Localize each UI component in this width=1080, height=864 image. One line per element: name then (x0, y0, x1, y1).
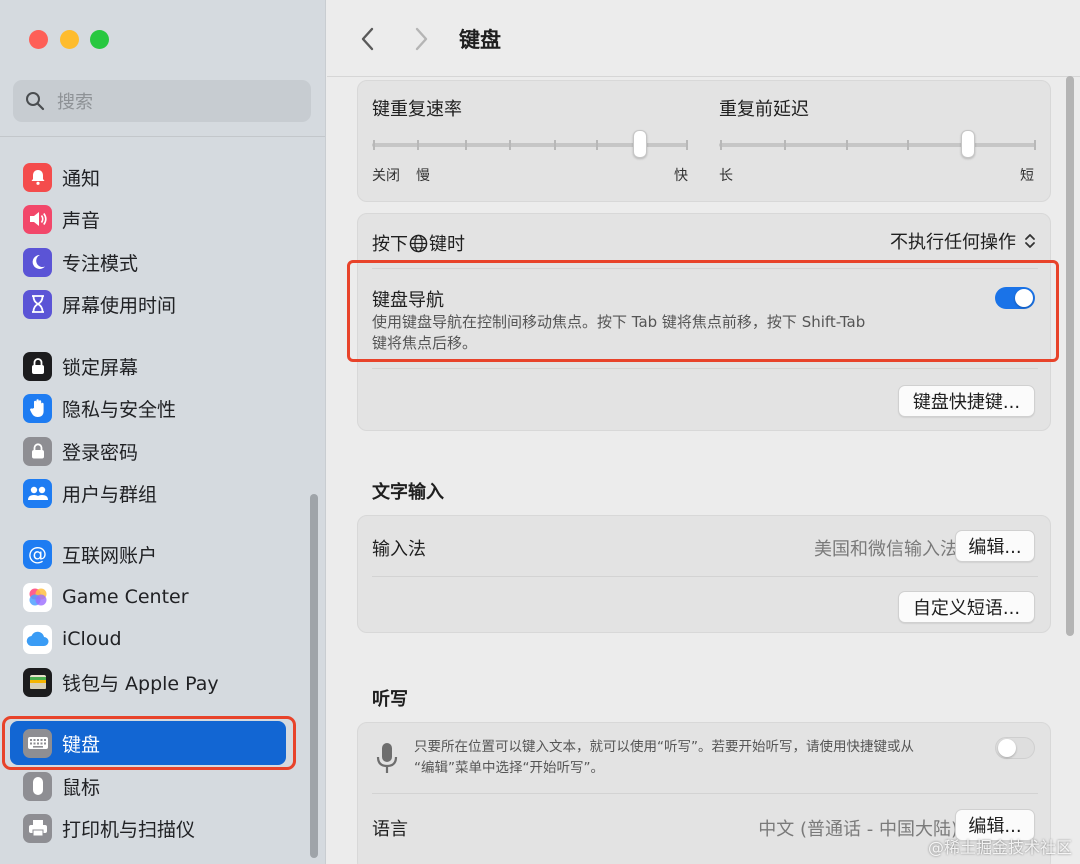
main-panel: 键盘 键重复速率 重复前延迟 关闭 慢 快 长 短 按下 键时 不执行任何操作 … (327, 0, 1080, 864)
toggle-knob (998, 739, 1016, 757)
sidebar-item-login-password[interactable]: 登录密码 (0, 431, 300, 471)
custom-phrases-button[interactable]: 自定义短语... (898, 591, 1035, 623)
dictation-desc-line1: 只要所在位置可以键入文本，就可以使用“听写”。若要开始听写，请使用快捷键或从 (414, 739, 914, 755)
page-title: 键盘 (459, 28, 501, 52)
sidebar-item-label: 钱包与 Apple Pay (62, 672, 219, 695)
toolbar-divider (327, 76, 1080, 77)
sidebar-item-label: 互联网账户 (62, 544, 158, 567)
text-input-section-title: 文字输入 (372, 482, 444, 503)
row-divider (372, 576, 1038, 577)
printer-icon (23, 813, 52, 843)
sidebar-item-game-center[interactable]: Game Center (0, 577, 300, 617)
minimize-window-button[interactable] (60, 30, 79, 49)
sidebar: 搜索 通知 声音 专注模式 屏幕使用时间 锁定屏幕 隐私与安全性 登录密码 用户… (0, 0, 326, 864)
wallet-icon (23, 667, 52, 697)
bell-icon (23, 162, 52, 192)
sidebar-item-lock-screen[interactable]: 锁定屏幕 (0, 346, 300, 386)
row-divider (372, 368, 1038, 369)
globe-key-select[interactable]: 不执行任何操作 (890, 228, 1038, 254)
lock-screen-icon (23, 351, 52, 381)
sidebar-item-wallet[interactable]: 钱包与 Apple Pay (0, 662, 300, 702)
sidebar-item-sound[interactable]: 声音 (0, 199, 300, 239)
users-icon (23, 478, 52, 508)
game-center-icon (23, 582, 52, 612)
lock-icon (23, 436, 52, 466)
sidebar-item-screen-time[interactable]: 屏幕使用时间 (0, 284, 300, 324)
globe-key-label: 按下 键时 (372, 234, 465, 255)
sidebar-item-printers[interactable]: 打印机与扫描仪 (0, 808, 300, 848)
hand-icon (23, 393, 52, 423)
sidebar-item-keyboard[interactable]: 键盘 (10, 721, 286, 765)
globe-key-value: 不执行任何操作 (890, 232, 1016, 253)
sidebar-divider (0, 136, 325, 137)
sidebar-scrollbar[interactable] (310, 494, 318, 858)
input-method-value: 美国和微信输入法 (814, 539, 958, 560)
sidebar-item-icloud[interactable]: iCloud (0, 619, 300, 659)
repeat-delay-knob[interactable] (961, 130, 975, 158)
sidebar-item-label: 隐私与安全性 (62, 398, 177, 421)
sidebar-item-notifications[interactable]: 通知 (0, 157, 300, 197)
mouse-icon (23, 771, 52, 801)
sidebar-item-privacy[interactable]: 隐私与安全性 (0, 388, 300, 428)
row-divider (372, 793, 1038, 794)
chevron-up-down-icon (1025, 234, 1035, 248)
chevron-right-icon[interactable] (411, 26, 431, 52)
sidebar-item-users-groups[interactable]: 用户与群组 (0, 473, 300, 513)
sidebar-item-internet-accounts[interactable]: @ 互联网账户 (0, 534, 300, 574)
key-repeat-card: 键重复速率 重复前延迟 关闭 慢 快 长 短 (357, 80, 1051, 202)
dictation-desc-line2: “编辑”菜单中选择“开始听写”。 (414, 760, 604, 776)
dictation-language-label: 语言 (372, 819, 408, 840)
zoom-window-button[interactable] (90, 30, 109, 49)
sidebar-item-label: 专注模式 (62, 252, 139, 275)
sidebar-item-label: 用户与群组 (62, 483, 158, 506)
main-scrollbar[interactable] (1066, 76, 1074, 636)
sidebar-item-label: 通知 (62, 167, 101, 190)
input-method-edit-button[interactable]: 编辑... (955, 530, 1035, 562)
keyboard-shortcuts-button[interactable]: 键盘快捷键... (898, 385, 1035, 417)
sidebar-item-label: Game Center (62, 586, 189, 608)
search-icon (26, 92, 45, 111)
sidebar-item-label: 声音 (62, 209, 101, 232)
at-icon: @ (23, 539, 52, 569)
sidebar-item-label: 登录密码 (62, 441, 139, 464)
sidebar-item-label: 锁定屏幕 (62, 356, 139, 379)
sidebar-item-label: iCloud (62, 628, 122, 650)
hourglass-icon (23, 289, 52, 319)
settings-window: 搜索 通知 声音 专注模式 屏幕使用时间 锁定屏幕 隐私与安全性 登录密码 用户… (0, 0, 1080, 864)
sidebar-item-label: 鼠标 (62, 776, 101, 799)
repeat-delay-label: 重复前延迟 (719, 99, 809, 120)
text-input-card: 输入法 美国和微信输入法 编辑... 自定义短语... (357, 515, 1051, 633)
annotation-highlight-keyboard-nav (347, 260, 1059, 362)
watermark: @稀土掘金技术社区 (927, 838, 1072, 857)
repeat-delay-min-label: 长 (719, 168, 733, 184)
cloud-icon (23, 624, 52, 654)
moon-icon (23, 247, 52, 277)
repeat-rate-label: 键重复速率 (372, 99, 462, 120)
chevron-left-icon[interactable] (358, 26, 378, 52)
speaker-icon (23, 204, 52, 234)
dictation-toggle[interactable] (995, 737, 1035, 759)
globe-icon (409, 234, 428, 252)
dictation-section-title: 听写 (372, 689, 408, 710)
repeat-rate-knob[interactable] (633, 130, 647, 158)
close-window-button[interactable] (29, 30, 48, 49)
search-input[interactable]: 搜索 (13, 80, 311, 122)
repeat-delay-track (719, 143, 1036, 147)
sidebar-item-label: 键盘 (62, 733, 101, 756)
repeat-rate-min-label: 关闭 (372, 168, 400, 184)
repeat-rate-max-label: 快 (674, 168, 688, 184)
keyboard-icon (23, 728, 52, 758)
sidebar-item-label: 打印机与扫描仪 (62, 818, 196, 841)
sidebar-item-label: 屏幕使用时间 (62, 294, 177, 317)
repeat-rate-slow-label: 慢 (416, 168, 430, 184)
sidebar-item-mouse[interactable]: 鼠标 (0, 766, 300, 806)
input-method-label: 输入法 (372, 539, 426, 560)
sidebar-item-focus[interactable]: 专注模式 (0, 242, 300, 282)
search-placeholder: 搜索 (57, 92, 93, 113)
microphone-icon (376, 743, 398, 773)
repeat-delay-max-label: 短 (1020, 168, 1034, 184)
